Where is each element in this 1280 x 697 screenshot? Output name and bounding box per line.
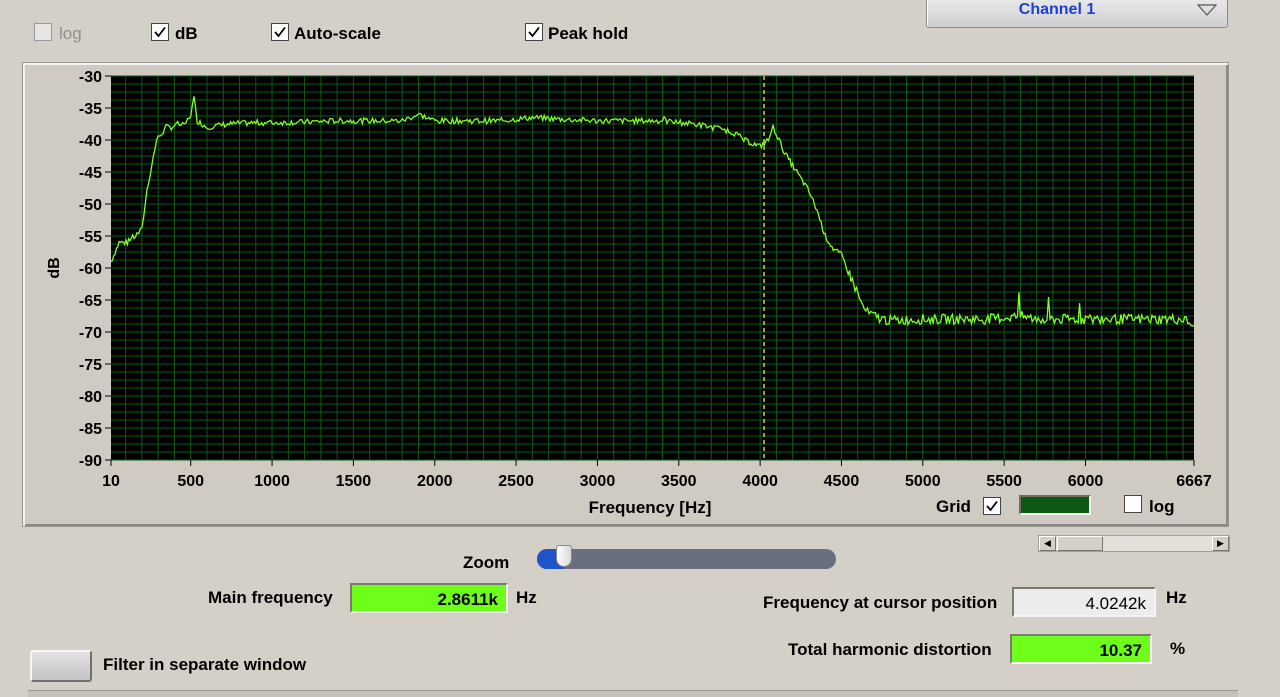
graph-log-label: log [1149, 497, 1175, 516]
scroll-left-icon[interactable]: ◀ [1039, 536, 1056, 551]
y-tick-label: -70 [79, 325, 102, 342]
checkmark-icon [528, 26, 540, 38]
cursor-frequency-label: Frequency at cursor position [763, 593, 998, 612]
zoom-label: Zoom [463, 553, 510, 572]
zoom-slider-thumb[interactable] [556, 545, 573, 567]
x-tick-label: 3000 [580, 473, 616, 490]
x-tick-label: 5500 [986, 473, 1022, 490]
x-tick-label: 5000 [905, 473, 941, 490]
grid-label: Grid [936, 497, 971, 516]
scrollbar-thumb[interactable] [1057, 536, 1103, 551]
y-tick-label: -65 [79, 293, 102, 310]
peakhold-checkbox[interactable] [525, 23, 543, 41]
main-frequency-unit: Hz [516, 588, 537, 607]
zoom-slider[interactable] [537, 545, 836, 569]
x-tick-label: 2000 [417, 473, 453, 490]
autoscale-checkbox-label: Auto-scale [294, 24, 381, 43]
y-tick-label: -50 [79, 197, 102, 214]
grid-checkbox[interactable] [983, 497, 1001, 515]
thd-label: Total harmonic distortion [788, 640, 992, 659]
y-tick-label: -85 [79, 421, 102, 438]
cursor-frequency-field[interactable]: 4.0242k [1012, 587, 1156, 617]
x-tick-label: 3500 [661, 473, 697, 490]
y-tick-label: -80 [79, 389, 102, 406]
x-tick-label: 6000 [1068, 473, 1104, 490]
peakhold-checkbox-label: Peak hold [548, 24, 629, 43]
x-tick-label: 10 [102, 473, 120, 490]
y-tick-label: -55 [79, 229, 102, 246]
thd-unit: % [1170, 639, 1186, 658]
checkmark-icon [986, 500, 998, 512]
spectrum-chart: -30-35-40-45-50-55-60-65-70-75-80-85-90 … [46, 69, 1212, 517]
main-frequency-field: 2.8611k [350, 583, 508, 613]
y-tick-label: -60 [79, 261, 102, 278]
autoscale-checkbox[interactable] [271, 23, 289, 41]
thd-field: 10.37 [1010, 634, 1152, 664]
chevron-down-icon [1197, 4, 1217, 16]
y-tick-label: -45 [79, 165, 102, 182]
x-tick-label: 1000 [254, 473, 290, 490]
y-tick-label: -30 [79, 69, 102, 86]
log-checkbox-label: log [59, 24, 82, 43]
graph-log-checkbox[interactable] [1124, 495, 1142, 513]
checkmark-icon [154, 26, 166, 38]
x-tick-label: 4000 [742, 473, 778, 490]
channel-select[interactable]: Channel 1 [926, 0, 1228, 28]
db-checkbox-label: dB [175, 24, 198, 43]
spectrum-graph-panel: -30 -35 -40 -45 -50 -55 -60 -65 -70 -75 -80 -85 -90 … [22, 62, 1229, 527]
graph-scrollbar[interactable]: ◀ ▶ [1038, 535, 1230, 552]
scroll-right-icon[interactable]: ▶ [1212, 536, 1229, 551]
y-tick-label: -40 [79, 133, 102, 150]
y-tick-label: -90 [79, 453, 102, 470]
y-axis-label: dB [46, 257, 63, 278]
x-tick-label: 6667 [1176, 473, 1212, 490]
x-tick-label: 500 [177, 473, 204, 490]
filter-window-label: Filter in separate window [103, 655, 307, 674]
main-frequency-label: Main frequency [208, 588, 333, 607]
grid-color-swatch[interactable] [1019, 495, 1091, 515]
checkmark-icon [274, 26, 286, 38]
y-tick-label: -75 [79, 357, 102, 374]
cursor-frequency-unit: Hz [1166, 588, 1187, 607]
log-checkbox[interactable] [34, 23, 52, 41]
channel-select-value: Channel 1 [1018, 1, 1096, 18]
x-axis-label: Frequency [Hz] [589, 498, 712, 517]
db-checkbox[interactable] [151, 23, 169, 41]
y-tick-label: -35 [79, 101, 102, 118]
x-tick-label: 4500 [824, 473, 860, 490]
x-tick-label: 1500 [336, 473, 372, 490]
x-tick-label: 2500 [498, 473, 534, 490]
filter-window-button[interactable] [30, 650, 92, 682]
